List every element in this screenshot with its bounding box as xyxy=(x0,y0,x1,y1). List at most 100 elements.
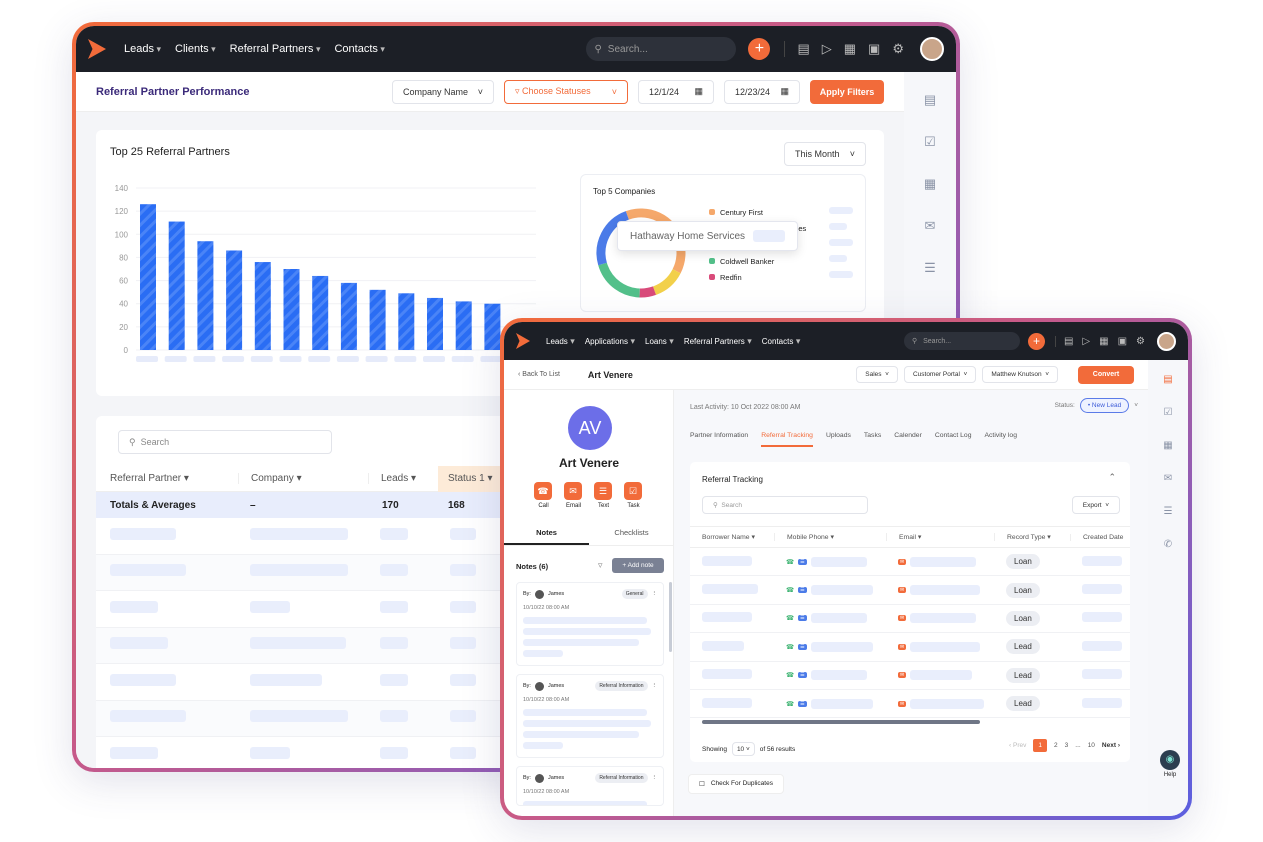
gear-icon[interactable]: ⚙ xyxy=(1136,336,1145,347)
search-input[interactable]: ⚲ Search... xyxy=(586,37,737,61)
kebab-menu-icon[interactable]: ⋮ xyxy=(652,775,658,781)
megaphone-icon[interactable]: ▷ xyxy=(822,41,832,57)
sms-icon[interactable]: ☰ xyxy=(798,587,807,594)
kebab-menu-icon[interactable]: ⋮ xyxy=(652,683,658,689)
mail-icon[interactable]: ✉ xyxy=(1164,473,1172,484)
legend-item[interactable]: Century First xyxy=(709,205,806,221)
col-status[interactable]: Status 1 ▾ xyxy=(438,465,508,492)
document-icon[interactable]: ▤ xyxy=(1064,336,1073,347)
sms-icon[interactable]: ☰ xyxy=(798,615,807,622)
tracking-search-input[interactable]: ⚲ Search xyxy=(702,496,868,514)
user-dropdown[interactable]: Matthew Knutson ˅ xyxy=(982,366,1058,383)
page-3[interactable]: 3 xyxy=(1065,742,1069,749)
col-record-type[interactable]: Record Type ▾ xyxy=(994,533,1070,541)
col-created-date[interactable]: Created Date xyxy=(1070,533,1130,541)
search-input-2[interactable]: ⚲ Search... xyxy=(903,332,1020,350)
mail-icon[interactable]: ✉ xyxy=(925,218,936,234)
action-email[interactable]: ✉ Email xyxy=(564,482,583,509)
phone-icon[interactable]: ☎ xyxy=(786,558,794,566)
table-row[interactable]: ☎ ☰ ✉ Loan xyxy=(690,548,1130,577)
phone-icon[interactable]: ☎ xyxy=(786,586,794,594)
mail-icon[interactable]: ✉ xyxy=(898,672,907,679)
date-from[interactable]: 12/1/24 ▦ xyxy=(638,79,714,104)
checklist-icon[interactable]: ☑ xyxy=(924,134,936,150)
table-row[interactable]: ☎ ☰ ✉ Lead xyxy=(690,662,1130,690)
nav-item-contacts[interactable]: Contacts xyxy=(762,336,801,347)
tab-calender[interactable]: Calender xyxy=(894,432,922,447)
portal-dropdown[interactable]: Customer Portal ˅ xyxy=(903,366,977,383)
nav-item-referral-partners[interactable]: Referral Partners xyxy=(230,43,321,55)
mail-icon[interactable]: ✉ xyxy=(898,643,907,650)
bar[interactable] xyxy=(226,250,243,350)
col-company[interactable]: Company ▾ xyxy=(238,473,368,484)
note-card[interactable]: By: James Referral Information ⋮ 10/10/22 08… xyxy=(516,766,664,806)
back-to-list-link[interactable]: ‹ Back To List xyxy=(518,371,560,378)
monitor-icon[interactable]: ▣ xyxy=(868,41,880,57)
help-button[interactable]: ◉ Help xyxy=(1160,750,1180,778)
donut-slice[interactable] xyxy=(591,203,691,303)
horizontal-scrollbar[interactable] xyxy=(702,720,980,724)
nav-item-referral-partners[interactable]: Referral Partners xyxy=(684,336,752,347)
col-mobile-phone[interactable]: Mobile Phone ▾ xyxy=(774,533,886,541)
page-10[interactable]: 10 xyxy=(1088,742,1095,749)
add-button[interactable]: + xyxy=(748,38,771,60)
donut-slice[interactable] xyxy=(591,203,691,303)
mail-icon[interactable]: ✉ xyxy=(898,558,907,565)
phone-icon[interactable]: ☎ xyxy=(786,700,794,708)
bar[interactable] xyxy=(427,297,443,350)
document-icon[interactable]: ▤ xyxy=(797,41,809,57)
tab-activity-log[interactable]: Activity log xyxy=(985,432,1017,447)
page-1[interactable]: 1 xyxy=(1033,739,1048,752)
calculator-icon[interactable]: ▦ xyxy=(1099,336,1108,347)
table-row[interactable]: ☎ ☰ ✉ Lead xyxy=(690,633,1130,662)
bar[interactable] xyxy=(168,221,185,350)
calendar-icon[interactable]: ▦ xyxy=(924,176,936,192)
bar[interactable] xyxy=(312,275,329,350)
phone-icon[interactable]: ☎ xyxy=(786,671,794,679)
gear-icon[interactable]: ⚙ xyxy=(892,41,904,57)
col-email[interactable]: Email ▾ xyxy=(886,533,994,541)
tab-notes[interactable]: Notes xyxy=(504,522,589,545)
bar[interactable] xyxy=(197,241,214,350)
user-avatar-2[interactable] xyxy=(1157,331,1176,351)
tab-uploads[interactable]: Uploads xyxy=(826,432,851,447)
collapse-icon[interactable]: ⌃ xyxy=(1108,472,1116,483)
note-card[interactable]: By: James Referral Information ⋮ 10/10/22 08… xyxy=(516,674,664,758)
check-duplicates-button[interactable]: ☐ Check For Duplicates xyxy=(688,774,784,794)
chart-icon[interactable]: ▤ xyxy=(1163,374,1172,385)
col-referral-partner[interactable]: Referral Partner ▾ xyxy=(96,473,238,484)
apply-filters-button[interactable]: Apply Filters xyxy=(810,79,884,104)
phone-icon[interactable]: ☎ xyxy=(786,643,794,651)
status-badge[interactable]: • New Lead xyxy=(1079,398,1130,413)
table-row[interactable]: ☎ ☰ ✉ Loan xyxy=(690,605,1130,634)
tab-contact-log[interactable]: Contact Log xyxy=(935,432,972,447)
legend-item[interactable]: Coldwell Banker xyxy=(709,254,806,270)
checklist-icon[interactable]: ☑ xyxy=(1164,407,1173,418)
status-filter[interactable]: ▿ Choose Statuses ˅ xyxy=(504,79,628,104)
sms-icon[interactable]: ☰ xyxy=(798,700,807,707)
nav-item-leads[interactable]: Leads xyxy=(546,336,575,347)
tab-partner-information[interactable]: Partner Information xyxy=(690,432,748,447)
calendar-icon[interactable]: ▦ xyxy=(1163,440,1172,451)
nav-item-applications[interactable]: Applications xyxy=(585,336,635,347)
bar[interactable] xyxy=(369,289,386,350)
sms-icon[interactable]: ☰ xyxy=(798,643,807,650)
mail-icon[interactable]: ✉ xyxy=(898,587,907,594)
donut-slice[interactable] xyxy=(591,203,691,303)
note-card[interactable]: By: James General ⋮ 10/10/22 08:00 AM xyxy=(516,582,664,666)
nav-item-leads[interactable]: Leads xyxy=(124,43,161,55)
prev-page-button[interactable]: ‹ Prev xyxy=(1009,742,1026,749)
phone-icon[interactable]: ☎ xyxy=(786,614,794,622)
nav-item-loans[interactable]: Loans xyxy=(645,336,674,347)
tab-referral-tracking[interactable]: Referral Tracking xyxy=(761,432,813,447)
kebab-menu-icon[interactable]: ⋮ xyxy=(652,591,658,597)
tab-checklists[interactable]: Checklists xyxy=(589,522,674,545)
page-2[interactable]: 2 xyxy=(1054,742,1058,749)
nav-item-contacts[interactable]: Contacts xyxy=(334,43,384,55)
sales-dropdown[interactable]: Sales ˅ xyxy=(856,366,898,383)
chart-icon[interactable]: ▤ xyxy=(924,92,936,108)
range-select[interactable]: This Month ˅ xyxy=(784,142,866,166)
bar[interactable] xyxy=(398,293,415,350)
convert-button[interactable]: Convert xyxy=(1078,365,1134,384)
monitor-icon[interactable]: ▣ xyxy=(1118,336,1127,347)
